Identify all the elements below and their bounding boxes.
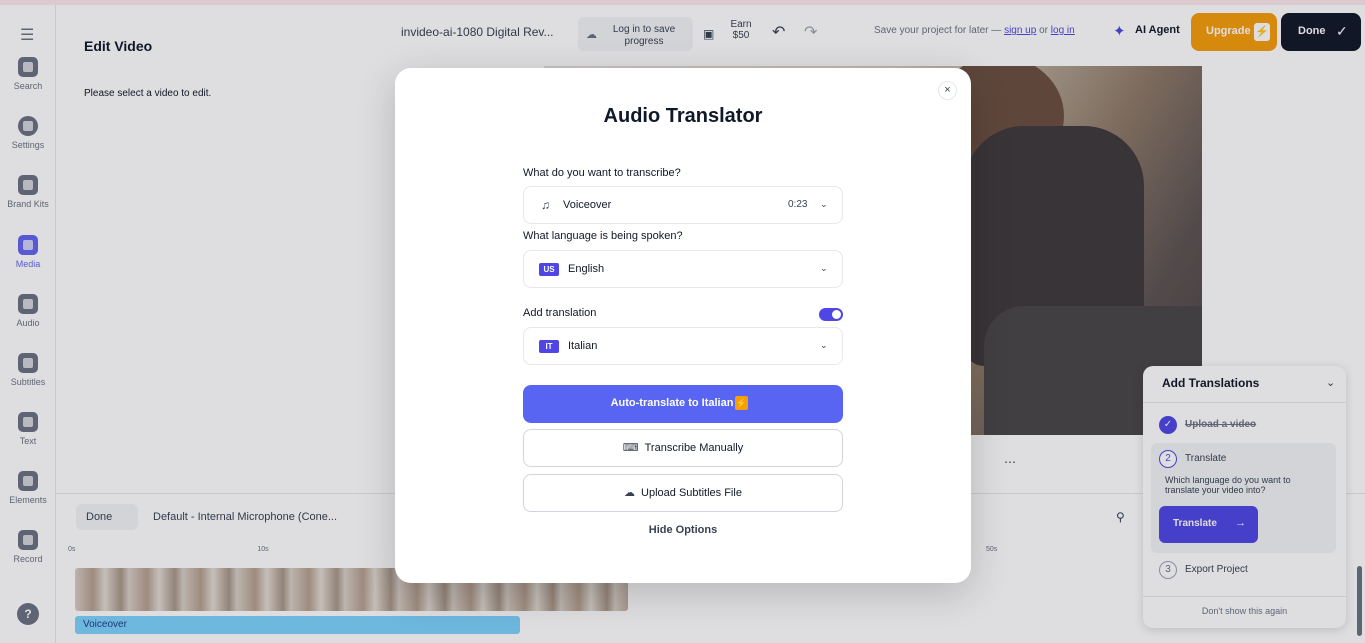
transcribe-duration: 0:23 <box>788 199 808 210</box>
auto-translate-label: Auto-translate to Italian <box>610 397 734 409</box>
translation-toggle[interactable] <box>819 308 843 321</box>
transcribe-manually-label: Transcribe Manually <box>644 442 744 454</box>
chevron-down-icon: ⌄ <box>820 263 828 273</box>
language-select[interactable]: US English ⌄ <box>523 250 843 288</box>
transcribe-label: What do you want to transcribe? <box>523 167 681 179</box>
us-flag-icon: US <box>539 263 559 276</box>
transcribe-manually-button[interactable]: ⌨ Transcribe Manually <box>523 429 843 467</box>
transcribe-select[interactable]: ♫ Voiceover 0:23 ⌄ <box>523 186 843 224</box>
translation-value: Italian <box>568 340 598 352</box>
language-label: What language is being spoken? <box>523 230 683 242</box>
keyboard-icon: ⌨ <box>622 442 639 454</box>
modal-title: Audio Translator <box>603 105 763 127</box>
chevron-down-icon: ⌄ <box>820 199 828 209</box>
translation-language-select[interactable]: IT Italian ⌄ <box>523 327 843 365</box>
auto-translate-button[interactable]: Auto-translate to Italian ⚡ <box>523 385 843 423</box>
hide-options-link[interactable]: Hide Options <box>395 524 971 536</box>
cloud-upload-icon: ☁ <box>624 487 636 499</box>
music-note-icon: ♫ <box>541 198 550 212</box>
transcribe-value: Voiceover <box>563 199 612 211</box>
close-icon[interactable]: × <box>938 81 957 100</box>
audio-translator-modal: × Audio Translator What do you want to t… <box>395 68 971 583</box>
language-value: English <box>568 263 605 275</box>
chevron-down-icon: ⌄ <box>820 340 828 350</box>
bolt-icon: ⚡ <box>735 396 748 410</box>
upload-subtitles-button[interactable]: ☁ Upload Subtitles File <box>523 474 843 512</box>
upload-subtitles-label: Upload Subtitles File <box>641 487 742 499</box>
it-flag-icon: IT <box>539 340 559 353</box>
translation-label: Add translation <box>523 307 597 319</box>
